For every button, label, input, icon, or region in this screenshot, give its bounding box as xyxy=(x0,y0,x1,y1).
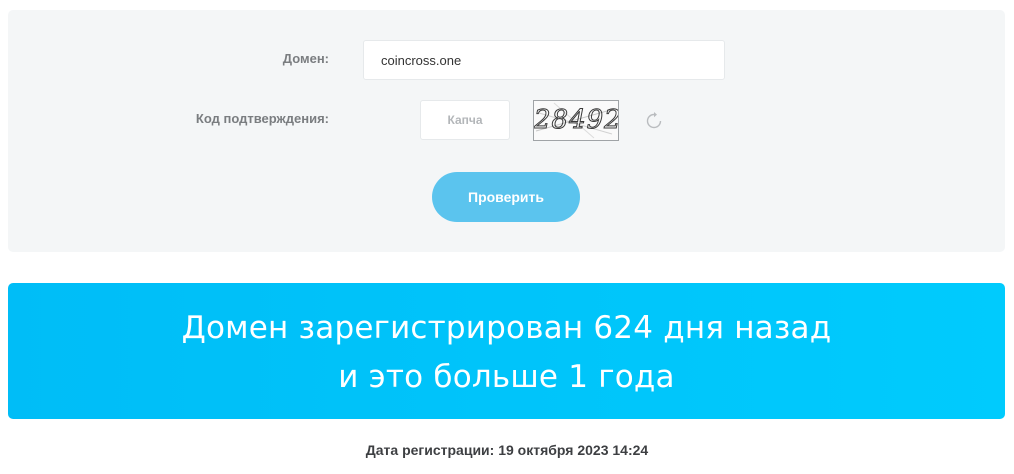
domain-label: Домен: xyxy=(282,51,329,66)
result-comparison-text: и это больше 1 года xyxy=(338,359,675,395)
result-age-text: Домен зарегистрирован 624 дня назад xyxy=(181,310,832,346)
confirmation-code-label: Код подтверждения: xyxy=(195,111,329,126)
check-button[interactable]: Проверить xyxy=(432,172,580,222)
captcha-text: 28492 xyxy=(534,105,619,136)
registration-date: Дата регистрации: 19 октября 2023 14:24 xyxy=(365,442,649,458)
refresh-icon[interactable] xyxy=(643,110,665,132)
captcha-image: 28492 xyxy=(533,100,619,141)
result-banner: Домен зарегистрирован 624 дня назад и эт… xyxy=(8,283,1005,419)
captcha-input[interactable] xyxy=(420,100,510,140)
domain-input[interactable] xyxy=(363,40,725,80)
